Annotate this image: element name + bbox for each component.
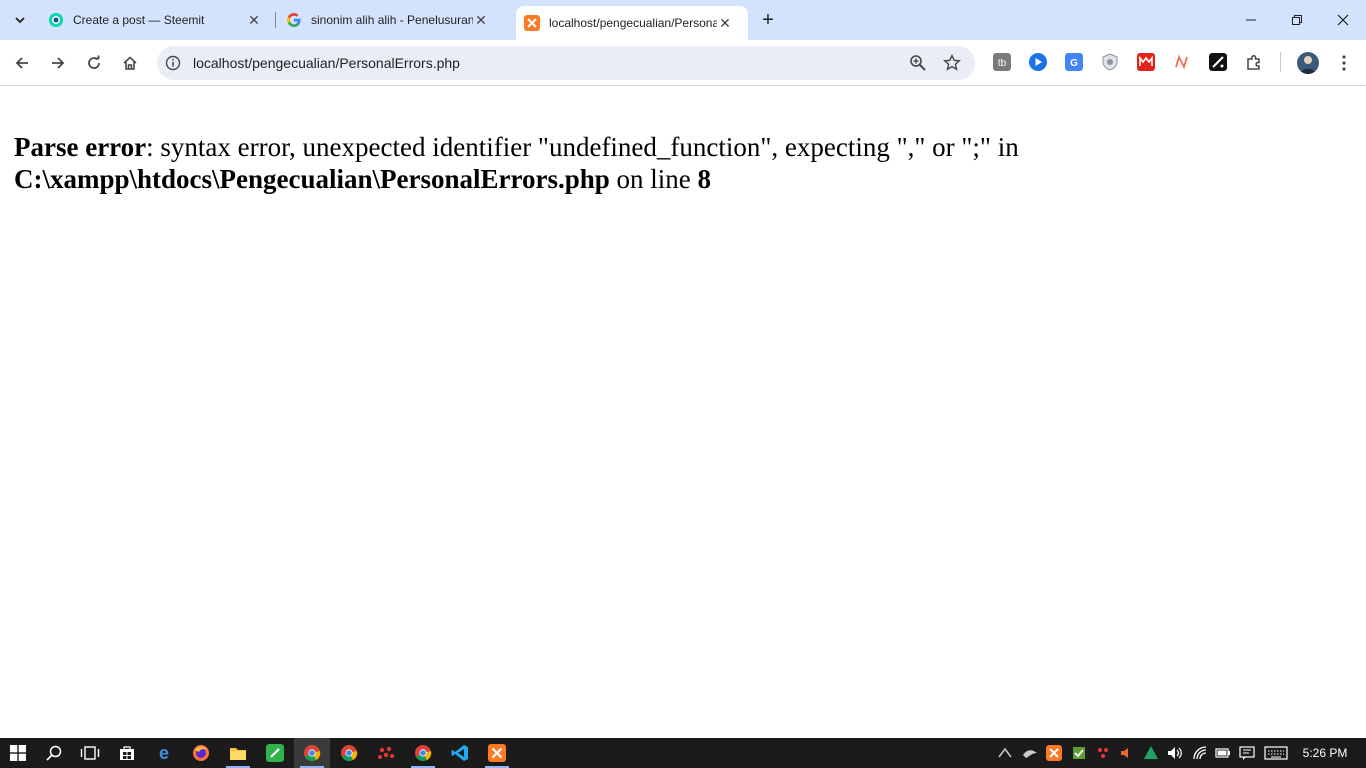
- tab-title: localhost/pengecualian/PersonalErrors.ph…: [549, 16, 717, 30]
- chrome-icon-3[interactable]: [405, 738, 441, 768]
- green-app-icon[interactable]: [257, 738, 293, 768]
- php-error-message: Parse error: syntax error, unexpected id…: [14, 131, 1114, 195]
- back-arrow-icon[interactable]: [8, 49, 36, 77]
- address-bar[interactable]: localhost/pengecualian/PersonalErrors.ph…: [157, 46, 975, 80]
- red-app-icon[interactable]: [368, 738, 404, 768]
- chrome-icon-2[interactable]: [331, 738, 367, 768]
- store-icon[interactable]: [109, 738, 145, 768]
- error-line-number: 8: [697, 164, 712, 194]
- file-explorer-icon[interactable]: [220, 738, 256, 768]
- error-file-path: C:\xampp\htdocs\Pengecualian\PersonalErr…: [14, 164, 610, 194]
- close-tab-icon[interactable]: ✕: [246, 12, 262, 28]
- toolbar-divider: [1280, 52, 1281, 72]
- minimize-icon[interactable]: [1228, 0, 1274, 40]
- restore-icon[interactable]: [1274, 0, 1320, 40]
- vscode-icon[interactable]: [442, 738, 478, 768]
- forward-arrow-icon[interactable]: [44, 49, 72, 77]
- error-label: Parse error: [14, 132, 147, 162]
- tray-security-icon[interactable]: [1071, 745, 1087, 761]
- keyboard-icon[interactable]: [1264, 745, 1288, 761]
- ext-n-icon[interactable]: [1173, 53, 1191, 71]
- tab-divider: [275, 12, 276, 28]
- ext-red-icon[interactable]: [1137, 53, 1155, 71]
- svg-text:G: G: [1070, 58, 1078, 69]
- puzzle-icon[interactable]: [1245, 53, 1263, 71]
- start-icon[interactable]: [0, 738, 36, 768]
- tab-title: sinonim alih alih - Penelusuran Google: [311, 13, 473, 27]
- steemit-icon: [49, 13, 63, 27]
- svg-text:tb: tb: [998, 58, 1007, 69]
- url-text[interactable]: localhost/pengecualian/PersonalErrors.ph…: [193, 55, 460, 71]
- avatar[interactable]: [1297, 52, 1319, 74]
- battery-icon[interactable]: [1215, 745, 1231, 761]
- volume-icon[interactable]: [1167, 745, 1183, 761]
- tab-localhost[interactable]: localhost/pengecualian/PersonalErrors.ph…: [516, 6, 748, 40]
- task-view-icon[interactable]: [72, 738, 108, 768]
- tab-strip: Create a post — Steemit ✕ sinonim alih a…: [0, 0, 1366, 40]
- tray-app-icon[interactable]: [997, 745, 1013, 761]
- ext-2-icon[interactable]: [1029, 53, 1047, 71]
- google-icon: [287, 13, 301, 27]
- ext-1-icon[interactable]: tb: [993, 53, 1011, 71]
- browser-toolbar: localhost/pengecualian/PersonalErrors.ph…: [0, 40, 1366, 86]
- page-content: Parse error: syntax error, unexpected id…: [0, 87, 1366, 738]
- tab-steemit[interactable]: Create a post — Steemit ✕: [40, 6, 270, 34]
- bookmark-star-icon[interactable]: [943, 54, 961, 72]
- tab-search-chevron-icon[interactable]: [8, 8, 32, 32]
- shield-icon[interactable]: [1101, 53, 1119, 71]
- close-window-icon[interactable]: [1320, 0, 1366, 40]
- home-icon[interactable]: [116, 49, 144, 77]
- wifi-icon[interactable]: [1192, 745, 1208, 761]
- zoom-icon[interactable]: [909, 54, 927, 72]
- chrome-icon[interactable]: [294, 738, 330, 768]
- tab-google-search[interactable]: sinonim alih alih - Penelusuran Google ✕: [278, 6, 508, 34]
- tray-bird-icon[interactable]: [1022, 745, 1038, 761]
- reload-icon[interactable]: [80, 49, 108, 77]
- svg-text:e: e: [159, 744, 169, 762]
- site-info-icon[interactable]: [165, 55, 181, 71]
- menu-kebab-icon[interactable]: [1330, 49, 1358, 77]
- ext-slash-icon[interactable]: [1209, 53, 1227, 71]
- close-tab-icon[interactable]: ✕: [717, 15, 733, 31]
- new-tab-plus-icon[interactable]: +: [756, 8, 780, 32]
- tray-speaker-red-icon[interactable]: [1119, 745, 1135, 761]
- taskbar-clock[interactable]: 5:26 PM: [1296, 738, 1354, 768]
- notifications-icon[interactable]: [1239, 745, 1255, 761]
- tray-red-icon[interactable]: [1095, 745, 1111, 761]
- on-line-text: on line: [609, 164, 698, 194]
- search-icon[interactable]: [36, 738, 72, 768]
- tray-xampp-icon[interactable]: [1046, 745, 1062, 761]
- close-tab-icon[interactable]: ✕: [473, 12, 489, 28]
- xampp-icon: [524, 15, 540, 31]
- firefox-icon[interactable]: [183, 738, 219, 768]
- tray-drive-icon[interactable]: [1143, 745, 1159, 761]
- windows-taskbar: e 5:26 PM: [0, 738, 1366, 768]
- tab-title: Create a post — Steemit: [73, 13, 205, 27]
- error-text: : syntax error, unexpected identifier "u…: [146, 132, 1019, 162]
- edge-icon[interactable]: e: [146, 738, 182, 768]
- google-translate-icon[interactable]: G: [1065, 53, 1083, 71]
- xampp-icon[interactable]: [479, 738, 515, 768]
